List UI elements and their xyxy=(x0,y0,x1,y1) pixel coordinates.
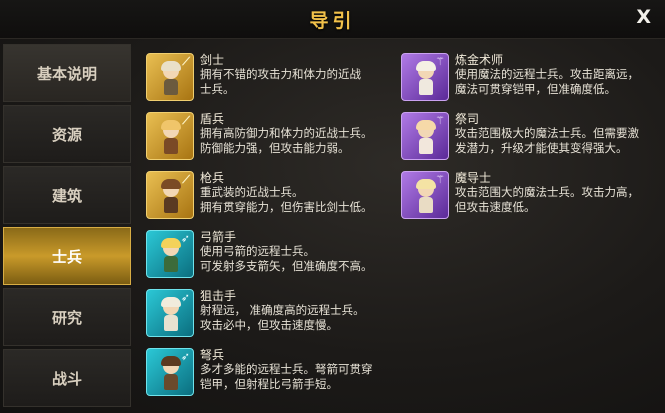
sword-icon: ⟋ xyxy=(182,55,190,68)
swordsman-portrait: ⟋ xyxy=(146,53,194,101)
unit-description: 重武装的近战士兵。 拥有贯穿能力，但伤害比剑士低。 xyxy=(200,185,373,214)
bow-icon: ➶ xyxy=(180,350,190,363)
unit-name: 枪兵 xyxy=(200,171,225,185)
bow-icon: ➶ xyxy=(180,232,190,245)
unit-shieldbearer: ⟋ 盾兵 拥有高防御力和体力的近战士兵。 防御能力强，但攻击能力弱。 xyxy=(146,109,396,168)
title-bar: 导引 X xyxy=(0,0,665,39)
unit-name: 炼金术师 xyxy=(455,53,504,67)
unit-name: 剑士 xyxy=(200,53,225,67)
archer-figure xyxy=(160,238,182,275)
priest-portrait: ⚚ xyxy=(401,112,449,160)
alchemist-portrait: ⚚ xyxy=(401,53,449,101)
crossbowman-figure xyxy=(160,356,182,393)
unit-name: 盾兵 xyxy=(200,112,225,126)
unit-crossbowman: ➶ 弩兵 多才多能的远程士兵。弩箭可贯穿 铠甲，但射程比弓箭手短。 xyxy=(146,345,396,404)
spearman-portrait: ⟋ xyxy=(146,171,194,219)
unit-name: 狙击手 xyxy=(200,289,237,303)
category-sidebar: 基本说明 资源 建筑 士兵 研究 战斗 xyxy=(3,44,131,410)
shieldbearer-figure xyxy=(160,120,182,157)
crossbowman-portrait: ➶ xyxy=(146,348,194,396)
sniper-portrait: ➶ xyxy=(146,289,194,337)
sniper-figure xyxy=(160,297,182,334)
sword-icon: ⟋ xyxy=(182,173,190,186)
unit-description: 拥有高防御力和体力的近战士兵。 防御能力强，但攻击能力弱。 xyxy=(200,126,373,155)
close-button[interactable]: X xyxy=(636,6,651,28)
unit-spearman: ⟋ 枪兵 重武装的近战士兵。 拥有贯穿能力，但伤害比剑士低。 xyxy=(146,168,396,227)
unit-description: 使用魔法的远程士兵。攻击距离远， 魔法可贯穿铠甲，但准确度低。 xyxy=(455,67,639,96)
unit-sniper: ➶ 狙击手 射程远， 准确度高的远程士兵。 攻击必中，但攻击速度慢。 xyxy=(146,286,396,345)
unit-swordsman: ⟋ 剑士 拥有不错的攻击力和体力的近战 士兵。 xyxy=(146,50,396,109)
unit-description: 攻击范围大的魔法士兵。攻击力高， 但攻击速度低。 xyxy=(455,185,639,214)
unit-name: 魔导士 xyxy=(455,171,492,185)
unit-name: 祭司 xyxy=(455,112,480,126)
spearman-figure xyxy=(160,179,182,216)
unit-description: 多才多能的远程士兵。弩箭可贯穿 铠甲，但射程比弓箭手短。 xyxy=(200,362,373,391)
unit-description: 拥有不错的攻击力和体力的近战 士兵。 xyxy=(200,67,361,96)
shieldbearer-portrait: ⟋ xyxy=(146,112,194,160)
priest-figure xyxy=(415,120,437,157)
archer-portrait: ➶ xyxy=(146,230,194,278)
unit-description: 使用弓箭的远程士兵。 可发射多支箭矢，但准确度不高。 xyxy=(200,244,373,273)
tab-soldiers[interactable]: 士兵 xyxy=(3,227,131,285)
unit-priest: ⚚ 祭司 攻击范围极大的魔法士兵。但需要激 发潜力，升级才能使其变得强大。 xyxy=(401,109,663,168)
unit-list-right: ⚚ 炼金术师 使用魔法的远程士兵。攻击距离远， 魔法可贯穿铠甲，但准确度低。 ⚚ … xyxy=(401,50,663,227)
tab-battle[interactable]: 战斗 xyxy=(3,349,131,407)
unit-description: 攻击范围极大的魔法士兵。但需要激 发潜力，升级才能使其变得强大。 xyxy=(455,126,639,155)
mage-figure xyxy=(415,179,437,216)
sword-icon: ⟋ xyxy=(182,114,190,127)
unit-name: 弩兵 xyxy=(200,348,225,362)
guide-window: 导引 X 基本说明 资源 建筑 士兵 研究 战斗 ⟋ 剑士 拥有不错的攻击力和体… xyxy=(0,0,665,413)
unit-name: 弓箭手 xyxy=(200,230,237,244)
alchemist-figure xyxy=(415,61,437,98)
unit-mage: ⚚ 魔导士 攻击范围大的魔法士兵。攻击力高， 但攻击速度低。 xyxy=(401,168,663,227)
tab-research[interactable]: 研究 xyxy=(3,288,131,346)
unit-description: 射程远， 准确度高的远程士兵。 攻击必中，但攻击速度慢。 xyxy=(200,303,365,332)
window-title: 导引 xyxy=(309,10,356,32)
unit-list-left: ⟋ 剑士 拥有不错的攻击力和体力的近战 士兵。 ⟋ 盾兵 拥有高防御力和体力的近战… xyxy=(146,50,396,404)
tab-buildings[interactable]: 建筑 xyxy=(3,166,131,224)
mage-portrait: ⚚ xyxy=(401,171,449,219)
unit-alchemist: ⚚ 炼金术师 使用魔法的远程士兵。攻击距离远， 魔法可贯穿铠甲，但准确度低。 xyxy=(401,50,663,109)
unit-archer: ➶ 弓箭手 使用弓箭的远程士兵。 可发射多支箭矢，但准确度不高。 xyxy=(146,227,396,286)
swordsman-figure xyxy=(160,61,182,98)
tab-basic-info[interactable]: 基本说明 xyxy=(3,44,131,102)
bow-icon: ➶ xyxy=(180,291,190,304)
tab-resources[interactable]: 资源 xyxy=(3,105,131,163)
